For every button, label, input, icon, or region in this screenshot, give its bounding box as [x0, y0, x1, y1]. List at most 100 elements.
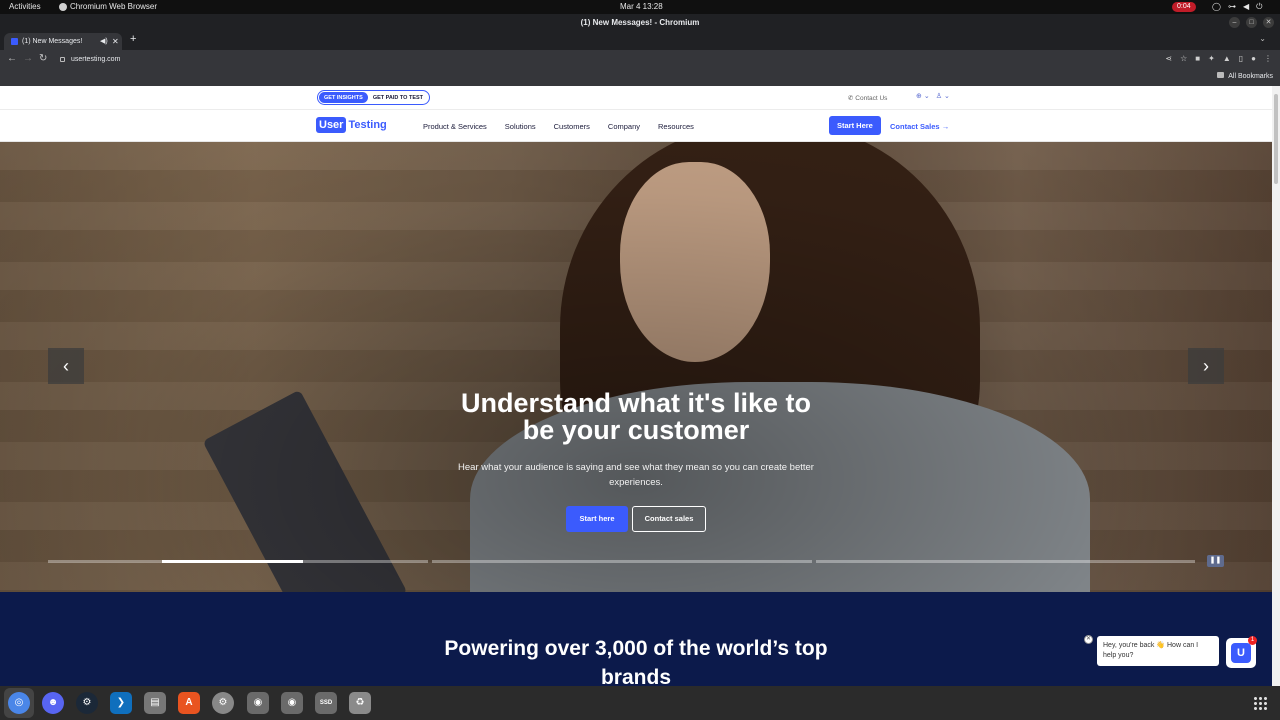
- nav-product-services[interactable]: Product & Services: [423, 122, 487, 131]
- carousel-prev-button[interactable]: ‹: [48, 348, 84, 384]
- profile-icon[interactable]: ●: [1251, 54, 1256, 63]
- main-navigation: User Testing Product & Services Solution…: [0, 110, 1272, 142]
- brands-heading: Powering over 3,000 of the world’s top b…: [444, 637, 828, 686]
- hero-subtext: Hear what your audience is saying and se…: [458, 462, 814, 488]
- folder-icon: [1217, 72, 1225, 78]
- power-icon: ⏻: [1256, 2, 1263, 11]
- address-bar[interactable]: usertesting.com: [56, 52, 1141, 67]
- all-bookmarks-button[interactable]: All Bookmarks: [1217, 72, 1273, 80]
- puzzle-icon[interactable]: ✦: [1208, 54, 1215, 63]
- window-controls: – □ ✕: [1229, 17, 1274, 28]
- update-icon: ◯: [1212, 2, 1221, 11]
- hero-headline: Understand what it's like to be your cus…: [386, 390, 886, 444]
- contact-sales-link[interactable]: Contact Sales →: [890, 122, 949, 131]
- pause-carousel-button[interactable]: ❚❚: [1207, 555, 1224, 567]
- brands-section: Powering over 3,000 of the world’s top b…: [0, 592, 1272, 686]
- settings-icon[interactable]: ⚙: [212, 692, 234, 714]
- logo-testing: Testing: [348, 119, 387, 131]
- screen-recording-indicator[interactable]: 0:04: [1172, 2, 1196, 12]
- slide-progress-2[interactable]: [432, 560, 812, 563]
- start-here-button[interactable]: Start Here: [829, 116, 881, 135]
- chromium-icon[interactable]: ◎: [8, 692, 30, 714]
- logo-user: User: [316, 117, 347, 133]
- sidepanel-icon[interactable]: ▯: [1239, 54, 1243, 63]
- usertesting-logo[interactable]: User Testing: [316, 116, 387, 134]
- window-titlebar: (1) New Messages! - Chromium – □ ✕: [0, 14, 1280, 31]
- extension-2-icon[interactable]: ▲: [1223, 54, 1231, 63]
- nav-solutions[interactable]: Solutions: [505, 122, 536, 131]
- get-paid-toggle[interactable]: GET PAID TO TEST: [368, 92, 428, 103]
- page-scrollbar[interactable]: [1272, 86, 1280, 686]
- dock: ◎ ☻ ⚙ ❯ ▤ A ⚙ ◉ ◉ SSD ♻: [0, 686, 1280, 720]
- minimize-button[interactable]: –: [1229, 17, 1240, 28]
- vscode-icon[interactable]: ❯: [110, 692, 132, 714]
- back-icon[interactable]: ←: [7, 53, 17, 64]
- web-page: GET INSIGHTS GET PAID TO TEST ✆ Contact …: [0, 86, 1272, 686]
- clock[interactable]: Mar 4 13:28: [620, 0, 663, 14]
- extensions-area: ⋖ ☆ ■ ✦ ▲ ▯ ● ⋮: [1165, 54, 1272, 63]
- chat-dismiss-button[interactable]: ✕: [1084, 635, 1093, 644]
- utility-icons: ⊕⌄ ♙⌄: [916, 92, 952, 100]
- app-menu[interactable]: Chromium Web Browser: [59, 0, 157, 14]
- tab-close-icon[interactable]: ✕: [112, 33, 119, 50]
- network-icon: ⊶: [1227, 2, 1236, 11]
- disk-icon[interactable]: ◉: [247, 692, 269, 714]
- bookmark-star-icon[interactable]: ☆: [1180, 54, 1187, 63]
- arrow-right-icon: →: [941, 122, 950, 131]
- carousel-next-button[interactable]: ›: [1188, 348, 1224, 384]
- ssd-icon[interactable]: SSD: [315, 692, 337, 714]
- show-apps-icon[interactable]: [1253, 696, 1267, 710]
- activities-button[interactable]: Activities: [9, 0, 41, 14]
- chevron-left-icon: ‹: [63, 356, 69, 376]
- chat-bubble[interactable]: Hey, you're back 👋 How can I help you?: [1097, 636, 1219, 666]
- volume-icon: ◀: [1242, 2, 1250, 11]
- hero-start-here-button[interactable]: Start here: [566, 506, 628, 532]
- pause-icon: ❚❚: [1209, 557, 1222, 564]
- tab-title: (1) New Messages!: [22, 38, 83, 45]
- utility-bar: GET INSIGHTS GET PAID TO TEST ✆ Contact …: [0, 86, 1272, 110]
- discord-icon[interactable]: ☻: [42, 692, 64, 714]
- trash-icon[interactable]: ♻: [349, 692, 371, 714]
- contact-us-label: Contact Us: [855, 95, 888, 102]
- hero-carousel: ‹ › Understand what it's like to be your…: [0, 142, 1272, 592]
- slide-progress-1[interactable]: [48, 560, 428, 563]
- system-top-bar: Activities Chromium Web Browser Mar 4 13…: [0, 0, 1280, 14]
- new-tab-button[interactable]: +: [130, 33, 136, 45]
- nav-links: Product & Services Solutions Customers C…: [423, 122, 694, 131]
- menu-icon[interactable]: ⋮: [1264, 54, 1272, 63]
- contact-us-link[interactable]: ✆ Contact Us: [848, 94, 887, 102]
- slide-progress-1-fill: [162, 560, 303, 563]
- tab-audio-icon[interactable]: ◀): [100, 33, 108, 50]
- system-tray[interactable]: ◯ ⊶ ◀ ⏻: [1212, 0, 1262, 14]
- hero-contact-sales-button[interactable]: Contact sales: [632, 506, 706, 532]
- forward-icon[interactable]: →: [23, 53, 33, 64]
- disk-icon-2[interactable]: ◉: [281, 692, 303, 714]
- files-icon[interactable]: ▤: [144, 692, 166, 714]
- software-center-icon[interactable]: A: [178, 692, 200, 714]
- globe-icon[interactable]: ⊕⌄: [916, 93, 932, 100]
- close-window-button[interactable]: ✕: [1263, 17, 1274, 28]
- tab-strip: (1) New Messages! ◀) ✕: [0, 31, 1280, 50]
- browser-toolbar: ← → ↻ usertesting.com ⋖ ☆ ■ ✦ ▲ ▯ ● ⋮: [0, 50, 1280, 69]
- extension-icon[interactable]: ■: [1195, 54, 1200, 63]
- reload-icon[interactable]: ↻: [39, 53, 47, 64]
- login-icon[interactable]: ♙⌄: [936, 93, 952, 100]
- site-info-icon[interactable]: [60, 57, 65, 62]
- nav-company[interactable]: Company: [608, 122, 640, 131]
- scrollbar-thumb[interactable]: [1274, 94, 1278, 184]
- get-insights-toggle[interactable]: GET INSIGHTS: [319, 92, 368, 103]
- app-name: Chromium Web Browser: [70, 2, 157, 11]
- nav-resources[interactable]: Resources: [658, 122, 694, 131]
- maximize-button[interactable]: □: [1246, 17, 1257, 28]
- slide-progress-3[interactable]: [816, 560, 1195, 563]
- hero-headline-line2: be your customer: [522, 415, 750, 445]
- tab-search-icon[interactable]: ⌄: [1259, 34, 1266, 43]
- steam-icon[interactable]: ⚙: [76, 692, 98, 714]
- chat-launcher-button[interactable]: U 1: [1226, 636, 1257, 668]
- nav-customers[interactable]: Customers: [554, 122, 590, 131]
- browser-tab[interactable]: (1) New Messages! ◀) ✕: [4, 33, 122, 50]
- window-title: (1) New Messages! - Chromium: [580, 18, 700, 27]
- bookmarks-bar: All Bookmarks: [0, 69, 1280, 86]
- share-icon[interactable]: ⋖: [1165, 54, 1172, 63]
- audience-toggle: GET INSIGHTS GET PAID TO TEST: [317, 90, 431, 105]
